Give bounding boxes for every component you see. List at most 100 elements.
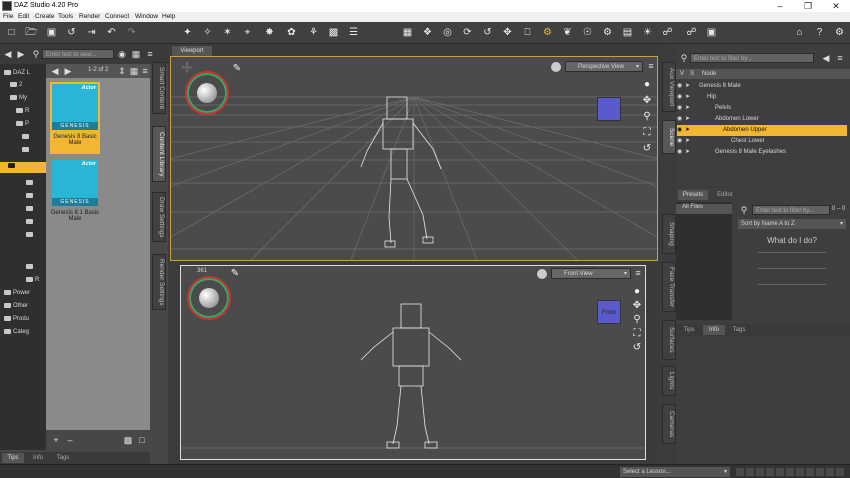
translate-tool-icon[interactable]: ⌖ [240,25,255,40]
scene-node[interactable]: ◉ ➤ Chest Lower [677,136,847,147]
menu-create[interactable]: Create [35,13,55,20]
pose-tool-icon[interactable]: ❦ [560,25,575,40]
camera-zoom-icon[interactable]: ⚲ [641,111,653,122]
tree-item[interactable]: Categ [0,327,29,338]
viewport-menu-icon[interactable]: ≡ [645,61,657,71]
tab-cameras[interactable]: Cameras [662,404,676,444]
camera-orbit-widget[interactable] [187,276,231,320]
tab-tags[interactable]: Tags [52,453,74,463]
scene-node-selected[interactable]: ◉ ➤ Abdomen Upper [677,125,847,136]
viewport-layout-icon[interactable]: ❖ [420,25,435,40]
scene-node[interactable]: ◉ ➤ Genesis 8 Male Eyelashes [677,147,847,158]
open-folder-icon[interactable]: 🗁 [24,25,39,40]
camera-frame-icon[interactable]: ⛶ [631,328,643,339]
surface-selection-icon[interactable]: ☰ [346,25,361,40]
tab-tips[interactable]: Tips [678,325,700,335]
front-viewport[interactable]: 361 ✎ Front View ▾ ≡ Front ● ✥ ⚲ ⛶ ↺ [180,265,646,460]
scene-node[interactable]: ◉ ➤ Genesis 8 Male [677,81,847,92]
tab-scene[interactable]: Scene [662,120,676,154]
tree-item[interactable] [0,191,35,202]
tab-shaping[interactable]: Shaping [662,214,676,254]
help-icon[interactable]: ? [812,25,827,40]
all-files-item[interactable]: All Files [676,204,732,214]
tree-item[interactable]: Produ [0,314,29,325]
scene-search-icon[interactable]: ⚲ [678,53,690,63]
tree-item[interactable] [0,217,35,228]
joint-editor-icon[interactable]: ⚘ [306,25,321,40]
preset-search-icon[interactable]: ⚲ [738,205,750,215]
view-options-icon[interactable]: ◉ [116,49,128,59]
camera-orbit-icon[interactable]: ◎ [440,25,455,40]
sort-dropdown[interactable]: Sort by Name A to Z ▾ [738,219,846,229]
light-icon[interactable]: ☀ [640,25,655,40]
viewport-menu-icon[interactable]: ≡ [632,268,644,278]
save-icon[interactable]: ▣ [44,25,59,40]
active-pose-icon[interactable]: ✿ [284,25,299,40]
lesson-step-buttons[interactable] [736,468,846,476]
tab-surfaces[interactable]: Surfaces [662,320,676,360]
page-next-icon[interactable]: ▶ [62,66,74,76]
scene-node[interactable]: ◉ ➤ Hip [677,92,847,103]
list-view-icon[interactable]: ≡ [139,66,151,76]
view-selector-front[interactable]: Front View ▾ [551,268,631,279]
merge-icon[interactable]: ↺ [64,25,79,40]
scene-node[interactable]: ◉ ➤ Pelvis [677,103,847,114]
view-cube-perspective[interactable] [597,97,621,121]
menu-file[interactable]: File [3,13,13,20]
camera-reset-icon[interactable]: ↺ [641,143,653,154]
tab-face-transfer[interactable]: Face Transfer [662,262,676,312]
tab-viewport[interactable]: Viewport [172,46,212,56]
tree-item[interactable] [0,262,35,273]
lesson-selector[interactable]: Select a Lesson... ▾ [620,467,730,477]
camera-dolly-icon[interactable]: ✥ [500,25,515,40]
tree-item[interactable]: R [0,275,39,286]
tab-aux-viewport[interactable]: Aux Viewport [662,62,676,112]
camera-orbit-icon[interactable]: ● [631,286,643,297]
forward-icon[interactable]: ▶ [15,49,27,59]
tree-item[interactable] [0,178,35,189]
tab-tags[interactable]: Tags [728,325,750,335]
render-image-icon[interactable]: ☍ [660,25,675,40]
tree-item[interactable]: Other [0,301,28,312]
perspective-viewport[interactable]: ➕ ✎ Perspective View ▾ ≡ ● ✥ ⚲ ⛶ ↺ [170,56,658,261]
tab-editor[interactable]: Editor [710,190,740,200]
geometry-editor-icon[interactable]: ▩ [326,25,341,40]
export-icon[interactable]: ⇥ [84,25,99,40]
render-icon[interactable]: ▦ [400,25,415,40]
page-prev-icon[interactable]: ◀ [49,66,61,76]
tree-item[interactable]: Power [0,288,30,299]
collapse-icon[interactable]: ◀ [820,53,832,63]
search-toggle-icon[interactable]: ⚲ [30,49,42,59]
link-icon[interactable]: ☍ [684,25,699,40]
tab-presets[interactable]: Presets [678,190,708,200]
view-selector-perspective[interactable]: Perspective View ▾ [565,61,643,72]
product-tile-selected[interactable]: Actor GENESIS Genesis 8 Basic Male [50,82,100,154]
camera-frame-icon[interactable]: ⛶ [641,127,653,138]
universal-tool-icon[interactable]: ✧ [200,25,215,40]
menu-connect[interactable]: Connect [105,13,129,20]
tree-item[interactable] [0,204,35,215]
menu-icon[interactable]: ≡ [144,49,156,59]
home-icon[interactable]: ⌂ [792,25,807,40]
tab-lights[interactable]: Lights [662,366,676,396]
tips-icon[interactable]: ⚙ [832,25,847,40]
pin-icon[interactable]: ✎ [231,63,243,74]
camera-reset-icon[interactable]: ↺ [631,342,643,353]
tree-item[interactable] [0,132,31,143]
page-stepper[interactable]: ⇕ [116,66,128,76]
panel-menu-icon[interactable]: ≡ [834,53,846,63]
tree-item[interactable]: P [0,119,29,130]
undo-icon[interactable]: ↶ [104,25,119,40]
tab-content-library[interactable]: Content Library [152,126,166,182]
tree-item[interactable]: R [0,106,29,117]
camera-zoom-icon[interactable]: ⚲ [631,314,643,325]
scale-tool-icon[interactable]: ✸ [262,25,277,40]
draw-style-icon[interactable] [537,269,547,279]
scene-search-input[interactable]: Enter text to filter by... [690,53,814,63]
clear-icon[interactable]: □ [136,435,148,445]
camera-pan-icon[interactable]: ✥ [641,95,653,106]
tree-item[interactable]: My [0,93,27,104]
menu-help[interactable]: Help [162,13,175,20]
tab-smart-content[interactable]: Smart Content [152,62,166,114]
new-file-icon[interactable]: □ [4,25,19,40]
